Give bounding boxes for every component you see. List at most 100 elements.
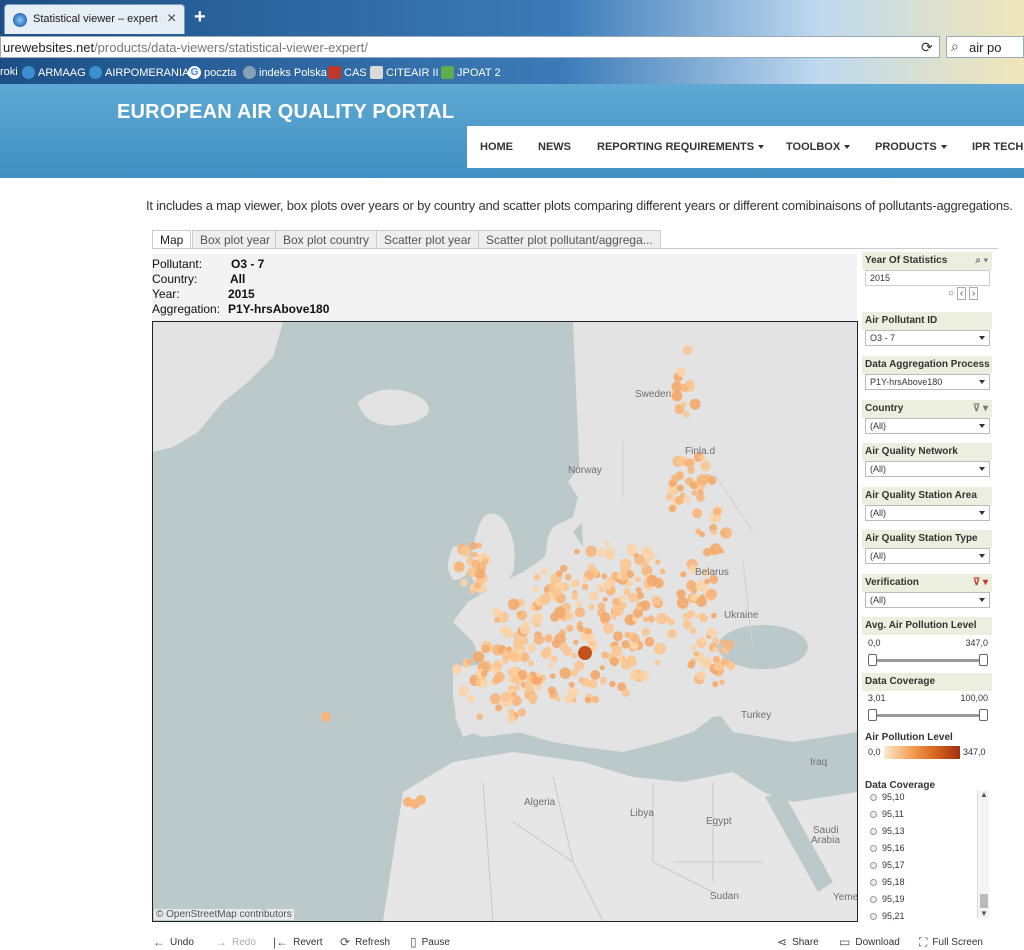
nav-reporting-requirements[interactable]: REPORTING REQUIREMENTS (597, 141, 765, 153)
station-dot[interactable] (539, 593, 551, 605)
station-dot[interactable] (471, 559, 481, 570)
station-dot[interactable] (687, 610, 695, 618)
station-dot[interactable] (547, 686, 556, 695)
station-dot[interactable] (474, 568, 486, 580)
station-dot[interactable] (584, 696, 592, 704)
station-dot[interactable] (640, 560, 649, 569)
station-dot[interactable] (574, 548, 580, 555)
station-dot[interactable] (700, 460, 711, 471)
station-dot[interactable] (507, 598, 520, 610)
station-dot[interactable] (724, 639, 734, 650)
station-dot[interactable] (492, 668, 498, 674)
next-icon[interactable]: › (968, 287, 979, 300)
bookmark-jpoat[interactable]: JPOAT 2 (441, 66, 501, 79)
station-dot[interactable] (651, 595, 662, 606)
station-dot[interactable] (469, 541, 478, 550)
station-dot[interactable] (704, 578, 710, 585)
station-dot[interactable] (609, 656, 619, 667)
station-dot[interactable] (667, 618, 675, 626)
station-dot[interactable] (495, 704, 503, 712)
station-dot[interactable] (581, 677, 587, 684)
station-dot[interactable] (695, 613, 701, 619)
station-dot[interactable] (596, 583, 602, 590)
station-dot[interactable] (482, 644, 488, 651)
station-dot[interactable] (519, 623, 531, 635)
station-dot[interactable] (699, 531, 705, 538)
station-dot[interactable] (550, 655, 558, 663)
browser-tab[interactable]: Statistical viewer – expert – E × (4, 4, 185, 34)
station-dot[interactable] (506, 646, 512, 652)
search-box[interactable]: ⌕ air po (946, 36, 1024, 58)
station-dot[interactable] (691, 490, 698, 496)
station-dot[interactable] (588, 591, 599, 601)
station-dot[interactable] (604, 541, 610, 547)
station-dot[interactable] (712, 655, 720, 663)
station-dot[interactable] (507, 669, 513, 676)
station-dot[interactable] (574, 660, 585, 671)
verification-select[interactable]: (All) (865, 592, 990, 608)
aggregation-select[interactable]: P1Y-hrsAbove180 (865, 374, 990, 390)
station-dot[interactable] (581, 583, 589, 591)
station-dot[interactable] (471, 551, 478, 558)
type-select[interactable]: (All) (865, 548, 990, 564)
station-dot[interactable] (599, 676, 607, 684)
station-dot[interactable] (523, 681, 535, 693)
station-dot[interactable] (532, 585, 539, 593)
reset-icon[interactable]: ○ (948, 288, 954, 299)
station-dot[interactable] (611, 613, 617, 620)
tab-scatter-plot-year[interactable]: Scatter plot year (376, 230, 480, 249)
area-select[interactable]: (All) (865, 505, 990, 521)
station-dot[interactable] (685, 379, 694, 389)
station-dot[interactable] (500, 625, 510, 635)
station-dot[interactable] (593, 569, 599, 575)
station-dot[interactable] (707, 476, 717, 485)
station-dot[interactable] (709, 543, 722, 555)
station-dot[interactable] (492, 607, 502, 618)
bookmark-roki[interactable]: roki (0, 66, 18, 78)
station-dot[interactable] (489, 693, 501, 705)
station-dot[interactable] (574, 607, 585, 618)
station-dot[interactable] (647, 615, 655, 623)
slider-min-handle[interactable] (868, 654, 877, 666)
coverage-slider[interactable] (868, 709, 988, 721)
list-scrollbar[interactable]: ▲ ▼ (977, 790, 989, 918)
portal-title[interactable]: EUROPEAN AIR QUALITY PORTAL (117, 101, 454, 124)
station-dot[interactable] (638, 670, 649, 682)
station-dot[interactable] (616, 573, 622, 579)
station-dot[interactable] (562, 646, 573, 656)
bookmark-airpomerania[interactable]: AIRPOMERANIA (89, 66, 189, 79)
pause-button[interactable]: ▯ Pause (410, 935, 450, 949)
slider-max-handle[interactable] (979, 654, 988, 666)
station-dot[interactable] (720, 527, 732, 539)
station-dot[interactable] (548, 662, 554, 668)
bookmark-indeks-polska[interactable]: indeks Polska (243, 66, 327, 79)
station-dot[interactable] (689, 398, 701, 410)
nav-home[interactable]: HOME (480, 141, 513, 153)
station-dot[interactable] (500, 691, 511, 703)
download-button[interactable]: ▭ Download (839, 935, 900, 949)
list-item[interactable]: 95,13 (870, 826, 905, 836)
station-dot[interactable] (564, 573, 572, 581)
station-dot[interactable] (687, 466, 695, 474)
station-dot[interactable] (513, 636, 524, 647)
station-dot[interactable] (533, 634, 545, 645)
scroll-down-icon[interactable]: ▼ (980, 909, 988, 918)
station-dot[interactable] (527, 660, 534, 667)
station-dot[interactable] (603, 548, 616, 560)
station-dot[interactable] (611, 645, 623, 656)
avg-level-slider[interactable] (868, 654, 988, 666)
redo-button[interactable]: → Redo (215, 935, 256, 949)
station-dot[interactable] (706, 627, 717, 638)
station-dot[interactable] (644, 636, 655, 647)
year-input[interactable]: 2015 (865, 270, 990, 286)
station-dot[interactable] (551, 639, 561, 649)
station-dot[interactable] (532, 612, 543, 623)
station-dot[interactable] (550, 673, 556, 679)
station-dot[interactable] (479, 679, 488, 688)
station-dot[interactable] (641, 627, 650, 637)
station-dot[interactable] (692, 508, 703, 519)
station-dot[interactable] (683, 411, 690, 418)
station-dot[interactable] (682, 345, 693, 356)
list-item[interactable]: 95,10 (870, 792, 905, 802)
station-dot[interactable] (699, 594, 706, 600)
